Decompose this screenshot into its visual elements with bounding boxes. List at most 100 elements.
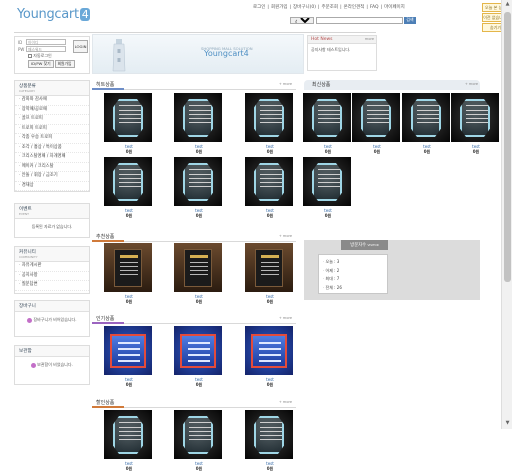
product-image[interactable]	[245, 93, 293, 142]
product-card[interactable]: test 0원	[104, 157, 154, 218]
category-item[interactable]: 트로피 트로피	[15, 125, 89, 134]
product-card[interactable]: test 0원	[174, 326, 224, 387]
product-image[interactable]	[352, 93, 400, 142]
community-item[interactable]: 공지사항	[15, 272, 89, 281]
category-item[interactable]: 메이커 / 크리스탈	[15, 163, 89, 172]
category-item[interactable]: 크리스탈명패 / 자개명패	[15, 153, 89, 163]
category-item[interactable]: 장학패/공로패	[15, 106, 89, 115]
top-nav-link[interactable]: 마이페이지	[384, 5, 405, 10]
scroll-up-arrow-icon[interactable]: ▲	[504, 1, 511, 8]
top-nav-link[interactable]: 온라인견적	[344, 5, 365, 10]
product-image[interactable]	[104, 93, 152, 142]
product-card[interactable]: test 0원	[174, 157, 224, 218]
product-card[interactable]: test 0원	[245, 410, 295, 471]
product-image[interactable]	[174, 326, 222, 375]
community-item[interactable]: 질문답변	[15, 281, 89, 291]
product-image[interactable]	[174, 93, 222, 142]
auto-login-checkbox[interactable]: 자동로그인	[28, 53, 86, 59]
page-scrollbar[interactable]: ▲ ▼	[501, 0, 512, 429]
top-nav-link[interactable]: 주문조회	[322, 5, 339, 10]
section-rec-header: 추천상품 + more	[92, 232, 296, 242]
pw-label: PW	[18, 46, 25, 52]
logo-text: Youngcart	[17, 7, 79, 22]
product-card[interactable]: test 0원	[174, 93, 224, 154]
category-item[interactable]: 안돌 / 휘장 / 금조기	[15, 172, 89, 182]
lighthouse-icon	[112, 39, 126, 72]
product-card[interactable]: test 0원	[451, 93, 501, 154]
product-card[interactable]: test 0원	[245, 243, 295, 304]
product-image[interactable]	[104, 326, 152, 375]
plaque-image	[255, 249, 283, 287]
product-image[interactable]	[402, 93, 450, 142]
top-nav-link[interactable]: FAQ	[370, 5, 379, 10]
community-item[interactable]: 자유게시판	[15, 262, 89, 272]
category-box: 상품분류CATEGORY 감화와 감사패장학패/공로패골프 트로피트로피 트로피…	[14, 80, 90, 192]
scrollbar-thumb[interactable]	[504, 12, 511, 282]
nav-separator: |	[380, 5, 383, 10]
join-button[interactable]: 회원가입	[54, 60, 75, 68]
crystal-trophy-image	[312, 163, 342, 201]
top-navigation: 로그인 | 회원가입 | 장바구니(0) | 주문조회 | 온라인견적 | FAQ | 마이페이지	[252, 4, 406, 10]
cart-heading: 장바구니	[15, 301, 89, 312]
product-card[interactable]: test 0원	[245, 93, 295, 154]
section-pop-more-link[interactable]: + more	[279, 316, 292, 320]
hot-news-item[interactable]: 공지사항 테스트입니다.	[308, 44, 376, 56]
blue-crystal-image	[251, 334, 287, 368]
top-nav-link[interactable]: 회원가입	[271, 5, 288, 10]
product-card[interactable]: test 0원	[174, 410, 224, 471]
top-nav-link[interactable]: 장바구니(0)	[293, 5, 316, 10]
product-image[interactable]	[245, 326, 293, 375]
login-button[interactable]: LOGIN	[73, 40, 88, 53]
product-image[interactable]	[104, 243, 152, 292]
id-input[interactable]: 아이디	[26, 39, 66, 45]
product-card[interactable]: test 0원	[245, 326, 295, 387]
section-rec-more-link[interactable]: + more	[279, 234, 292, 238]
category-item[interactable]: 각종 우승 트로피	[15, 134, 89, 144]
product-image[interactable]	[174, 157, 222, 206]
product-image[interactable]	[303, 157, 351, 206]
product-image[interactable]	[174, 243, 222, 292]
scroll-down-arrow-icon[interactable]: ▼	[504, 420, 511, 427]
category-item[interactable]: 조각 / 흉상 / 특이상품	[15, 144, 89, 153]
product-card[interactable]: test 0원	[104, 326, 154, 387]
password-input[interactable]: 패스워드	[26, 46, 66, 52]
product-card[interactable]: test 0원	[303, 157, 353, 218]
product-card[interactable]: test 0원	[104, 93, 154, 154]
product-price: 0원	[266, 466, 274, 471]
product-card[interactable]: test 0원	[174, 243, 224, 304]
product-image[interactable]	[174, 410, 222, 459]
category-item[interactable]: 경재상	[15, 182, 89, 191]
product-card[interactable]: test 0원	[104, 410, 154, 471]
product-card[interactable]: test 0원	[303, 93, 353, 154]
find-account-button[interactable]: ID/PW 찾기	[28, 60, 54, 68]
product-card[interactable]: test 0원	[402, 93, 452, 154]
product-image[interactable]	[451, 93, 499, 142]
product-price: 0원	[195, 149, 203, 154]
product-image[interactable]	[303, 93, 351, 142]
top-nav-link[interactable]: 로그인	[253, 5, 265, 10]
nav-separator: |	[366, 5, 368, 10]
search-category-select[interactable]: 상품	[290, 17, 314, 24]
product-card[interactable]: test 0원	[104, 243, 154, 304]
product-price: 0원	[125, 466, 133, 471]
product-image[interactable]	[104, 157, 152, 206]
search-button[interactable]: 검색	[404, 17, 416, 24]
plaque-image	[114, 249, 142, 287]
product-card[interactable]: test 0원	[245, 157, 295, 218]
section-sale-more-link[interactable]: + more	[279, 400, 292, 404]
product-card[interactable]: test 0원	[352, 93, 402, 154]
section-hit-more-link[interactable]: + more	[279, 82, 292, 86]
search-input[interactable]	[315, 17, 403, 24]
hot-news-more-link[interactable]: more	[365, 37, 374, 41]
category-item[interactable]: 골프 트로피	[15, 115, 89, 125]
product-image[interactable]	[245, 157, 293, 206]
main-banner[interactable]: SHOPPING MALL SOLUTION Youngcart4	[92, 34, 304, 74]
category-item[interactable]: 감화와 감사패	[15, 96, 89, 106]
cart-empty-message: 장바구니가 비어있습니다.	[15, 312, 89, 328]
product-image[interactable]	[104, 410, 152, 459]
new-products-more-link[interactable]: + more	[465, 82, 478, 86]
product-image[interactable]	[245, 243, 293, 292]
visitor-stat-row: 최대 : 7	[323, 275, 383, 284]
product-image[interactable]	[245, 410, 293, 459]
site-logo[interactable]: Youngcart 4	[17, 7, 91, 22]
